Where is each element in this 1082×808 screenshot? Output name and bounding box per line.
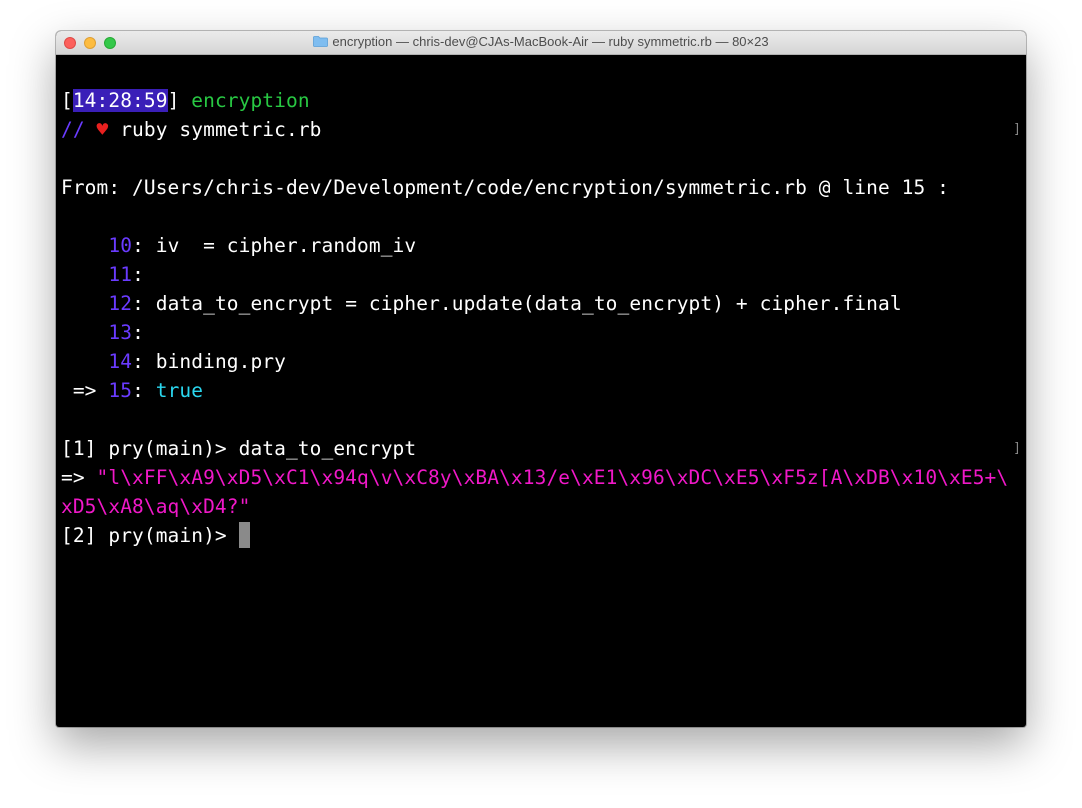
pry-result-line: => "l\xFF\xA9\xD5\xC1\x94q\v\xC8y\xBA\x1… bbox=[61, 463, 1021, 492]
line-marker: ] bbox=[1013, 441, 1021, 456]
line-number: 15 bbox=[108, 379, 133, 402]
source-line: 13: bbox=[108, 321, 144, 344]
pry-prompt: [2] pry(main)> bbox=[61, 524, 239, 547]
result-arrow: => bbox=[61, 466, 97, 489]
source-line: 10: iv = cipher.random_iv bbox=[108, 234, 417, 257]
title-bar[interactable]: encryption — chris-dev@CJAs-MacBook-Air … bbox=[56, 31, 1026, 55]
source-line: 14: binding.pry bbox=[108, 350, 286, 373]
pry-input: data_to_encrypt bbox=[238, 437, 417, 460]
source-line: 11: bbox=[108, 263, 144, 286]
terminal-window: encryption — chris-dev@CJAs-MacBook-Air … bbox=[56, 31, 1026, 727]
line-number: 10 bbox=[108, 234, 133, 257]
pry-active-line[interactable]: [2] pry(main)> bbox=[61, 521, 1021, 550]
folder-icon bbox=[313, 36, 329, 47]
shell-prompt-line: [14:28:59] encryption bbox=[61, 89, 310, 112]
source-line-current: => 15: true bbox=[61, 379, 204, 402]
result-value-cont: xD5\xA8\aq\xD4?" bbox=[61, 495, 251, 518]
line-number: 14 bbox=[108, 350, 133, 373]
prompt-directory: encryption bbox=[191, 89, 310, 112]
source-code: true bbox=[155, 379, 204, 402]
prompt-slashes: // bbox=[61, 118, 85, 141]
shell-command: ruby symmetric.rb bbox=[120, 118, 322, 141]
source-line: 12: data_to_encrypt = cipher.update(data… bbox=[108, 292, 902, 315]
line-number: 11 bbox=[108, 263, 133, 286]
terminal-content[interactable]: [14:28:59] encryption // ♥ ruby symmetri… bbox=[61, 86, 1021, 550]
source-code: binding.pry bbox=[155, 350, 286, 373]
window-title: encryption — chris-dev@CJAs-MacBook-Air … bbox=[332, 34, 769, 49]
current-line-arrow: => bbox=[61, 379, 109, 402]
text-cursor bbox=[238, 522, 250, 548]
window-title-container: encryption — chris-dev@CJAs-MacBook-Air … bbox=[56, 34, 1026, 49]
from-line: From: /Users/chris-dev/Development/code/… bbox=[61, 176, 949, 199]
shell-command-line: // ♥ ruby symmetric.rb] bbox=[61, 115, 1021, 144]
pry-prompt: [1] pry(main)> bbox=[61, 437, 239, 460]
result-value: "l\xFF\xA9\xD5\xC1\x94q\v\xC8y\xBA\x13/e… bbox=[96, 466, 1009, 489]
line-marker: ] bbox=[1013, 122, 1021, 137]
line-number: 12 bbox=[108, 292, 133, 315]
pry-input-line: [1] pry(main)> data_to_encrypt] bbox=[61, 434, 1021, 463]
line-number: 13 bbox=[108, 321, 133, 344]
pry-result-line-cont: xD5\xA8\aq\xD4?" bbox=[61, 492, 1021, 521]
prompt-time: 14:28:59 bbox=[72, 89, 168, 112]
heart-icon: ♥ bbox=[96, 118, 109, 141]
source-code: iv = cipher.random_iv bbox=[155, 234, 417, 257]
source-code: data_to_encrypt = cipher.update(data_to_… bbox=[155, 292, 902, 315]
